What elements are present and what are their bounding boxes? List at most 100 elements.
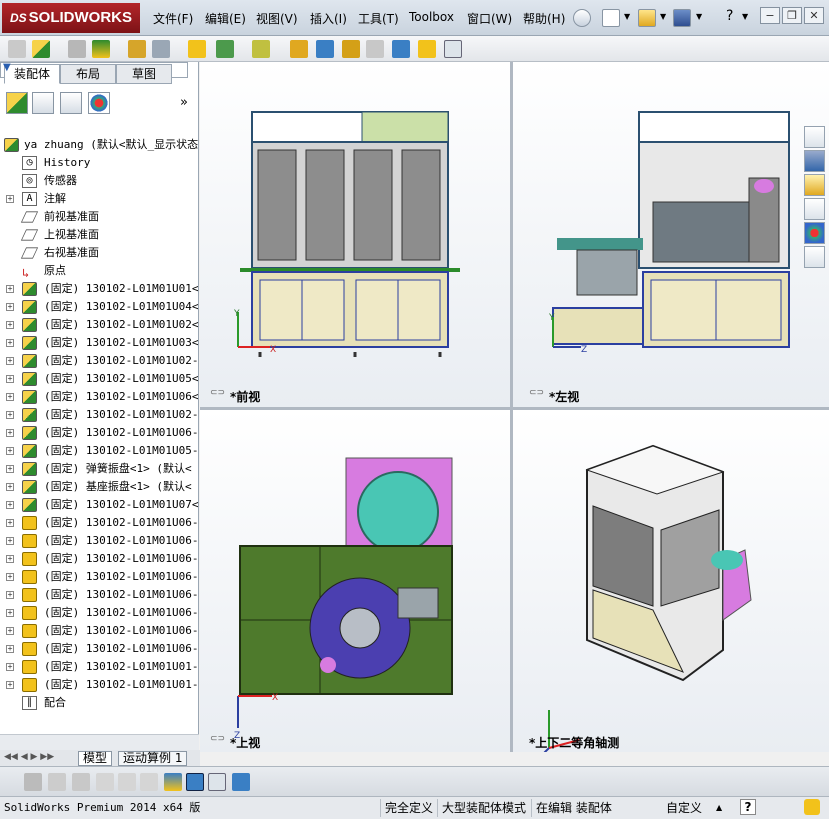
hidden-lines-icon[interactable] bbox=[48, 773, 66, 791]
tree-item[interactable]: + (固定) 130102-L01M01U06<1> bbox=[0, 388, 199, 406]
pattern-icon[interactable] bbox=[92, 40, 110, 58]
expand-icon[interactable]: + bbox=[6, 393, 14, 401]
chevron-down-icon[interactable]: ▼ bbox=[660, 12, 666, 21]
interference-icon[interactable] bbox=[366, 40, 384, 58]
feature-manager-icon[interactable] bbox=[6, 92, 28, 114]
graphics-area[interactable]: 🔍 🔍 ▭ ▭ — ❐ ✕ bbox=[200, 62, 829, 752]
clearance-icon[interactable] bbox=[392, 40, 410, 58]
expand-icon[interactable]: + bbox=[6, 681, 14, 689]
expand-icon[interactable]: + bbox=[6, 465, 14, 473]
expand-icon[interactable]: + bbox=[6, 411, 14, 419]
viewport-isometric[interactable]: *上下二等角轴测 bbox=[513, 410, 829, 752]
tree-item[interactable]: + (固定) 130102-L01M01U06-P0 bbox=[0, 514, 199, 532]
expand-icon[interactable]: + bbox=[6, 519, 14, 527]
tree-item[interactable]: 上视基准面 bbox=[0, 226, 199, 244]
configuration-manager-icon[interactable] bbox=[60, 92, 82, 114]
tree-item[interactable]: + (固定) 130102-L01M01U04<1> bbox=[0, 298, 199, 316]
standard-views-icon[interactable] bbox=[186, 773, 204, 791]
menu-file[interactable]: 文件(F) bbox=[153, 10, 193, 27]
tab-sketch[interactable]: 草图 bbox=[116, 64, 172, 84]
tab-assembly[interactable]: 装配体 bbox=[4, 64, 60, 84]
tab-model[interactable]: 模型 bbox=[78, 751, 113, 766]
tree-item[interactable]: ya zhuang (默认<默认_显示状态-1>) bbox=[0, 136, 199, 154]
viewport-front[interactable]: Y X ⊂⊃ *前视 bbox=[200, 62, 510, 407]
tree-item[interactable]: + (固定) 基座振盘<1> (默认< bbox=[0, 478, 199, 496]
custom-properties-icon[interactable] bbox=[804, 246, 825, 268]
menu-toolbox[interactable]: Toolbox bbox=[409, 10, 454, 24]
file-explorer-icon[interactable] bbox=[804, 174, 825, 196]
tab-scroll-icon[interactable]: ◀◀ ◀ ▶ ▶▶ bbox=[4, 752, 54, 762]
tree-item[interactable]: + (固定) 130102-L01M01U01<1> bbox=[0, 280, 199, 298]
expand-icon[interactable]: + bbox=[6, 303, 14, 311]
link-views-icon[interactable] bbox=[232, 773, 250, 791]
open-folder-icon[interactable] bbox=[638, 9, 656, 27]
tree-item[interactable]: + (固定) 130102-L01M01U07<1> bbox=[0, 496, 199, 514]
new-document-icon[interactable] bbox=[602, 9, 620, 27]
menu-window[interactable]: 窗口(W) bbox=[467, 10, 512, 27]
chevron-right-icon[interactable]: » bbox=[180, 95, 188, 110]
tree-item[interactable]: + (固定) 130102-L01M01U01-P4 bbox=[0, 658, 199, 676]
expand-icon[interactable]: + bbox=[6, 339, 14, 347]
four-view-icon[interactable] bbox=[208, 773, 226, 791]
horizontal-scrollbar[interactable] bbox=[0, 734, 199, 750]
chevron-down-icon[interactable]: ▼ bbox=[742, 12, 748, 21]
save-icon[interactable] bbox=[673, 9, 691, 27]
expand-icon[interactable]: + bbox=[6, 483, 14, 491]
home-icon[interactable] bbox=[804, 126, 825, 148]
expand-icon[interactable]: + bbox=[6, 555, 14, 563]
viewport-top[interactable]: Z X ⊂⊃ *上视 bbox=[200, 410, 510, 752]
assembly-features-icon[interactable] bbox=[188, 40, 206, 58]
tree-item[interactable]: + (固定) 130102-L01M01U02-1 bbox=[0, 352, 199, 370]
tab-layout[interactable]: 布局 bbox=[60, 64, 116, 84]
tree-item[interactable]: + A 注解 bbox=[0, 190, 199, 208]
expand-icon[interactable]: + bbox=[6, 573, 14, 581]
rebuild-icon[interactable] bbox=[804, 799, 820, 815]
mate-icon[interactable] bbox=[68, 40, 86, 58]
menu-edit[interactable]: 编辑(E) bbox=[205, 10, 246, 27]
tree-item[interactable]: 右视基准面 bbox=[0, 244, 199, 262]
expand-icon[interactable]: + bbox=[6, 537, 14, 545]
tree-item[interactable]: + (固定) 130102-L01M01U06-2 bbox=[0, 424, 199, 442]
minimize-button[interactable]: − bbox=[760, 7, 780, 24]
tree-item[interactable]: ◷ History bbox=[0, 154, 199, 172]
expand-icon[interactable]: + bbox=[6, 429, 14, 437]
help-question-icon[interactable]: ? bbox=[726, 8, 733, 24]
tree-item[interactable]: + (固定) 130102-L01M01U03<1> bbox=[0, 334, 199, 352]
tree-item[interactable]: + (固定) 130102-L01M01U06-P0 bbox=[0, 532, 199, 550]
close-button[interactable]: ✕ bbox=[804, 7, 824, 24]
move-component-icon[interactable] bbox=[128, 40, 146, 58]
new-motion-study-icon[interactable] bbox=[252, 40, 270, 58]
viewport-left[interactable]: Y Z ⊂⊃ *左视 bbox=[513, 62, 829, 407]
show-hidden-icon[interactable] bbox=[152, 40, 170, 58]
bill-of-materials-icon[interactable] bbox=[290, 40, 308, 58]
tree-item[interactable]: + (固定) 130102-L01M01U06-P0 bbox=[0, 550, 199, 568]
property-manager-icon[interactable] bbox=[32, 92, 54, 114]
expand-icon[interactable]: + bbox=[6, 609, 14, 617]
tree-item[interactable]: + (固定) 130102-L01M01U02<1> bbox=[0, 316, 199, 334]
expand-icon[interactable]: + bbox=[6, 195, 14, 203]
menu-tools[interactable]: 工具(T) bbox=[358, 10, 399, 27]
triad-icon[interactable] bbox=[164, 773, 182, 791]
expand-icon[interactable]: + bbox=[6, 501, 14, 509]
wireframe-icon[interactable] bbox=[72, 773, 90, 791]
help-button[interactable]: ? bbox=[740, 799, 756, 815]
exploded-view-icon[interactable] bbox=[316, 40, 334, 58]
expand-icon[interactable]: + bbox=[6, 321, 14, 329]
tree-item[interactable]: + (固定) 130102-L01M01U02-1- bbox=[0, 406, 199, 424]
hole-alignment-icon[interactable] bbox=[418, 40, 436, 58]
tree-item[interactable]: + (固定) 130102-L01M01U06-P0 bbox=[0, 568, 199, 586]
chevron-up-icon[interactable]: ▲ bbox=[716, 803, 722, 812]
view-palette-icon[interactable] bbox=[804, 198, 825, 220]
menu-help[interactable]: 帮助(H) bbox=[523, 10, 565, 27]
chevron-down-icon[interactable]: ▼ bbox=[696, 12, 702, 21]
tree-item[interactable]: ◎ 传感器 bbox=[0, 172, 199, 190]
tree-item[interactable]: 前视基准面 bbox=[0, 208, 199, 226]
menu-insert[interactable]: 插入(I) bbox=[310, 10, 347, 27]
expand-icon[interactable]: + bbox=[6, 375, 14, 383]
snapshot-icon[interactable] bbox=[444, 40, 462, 58]
design-library-icon[interactable] bbox=[804, 150, 825, 172]
tab-motion-study[interactable]: 运动算例 1 bbox=[118, 751, 188, 766]
perspective-icon[interactable] bbox=[96, 773, 114, 791]
tree-item[interactable]: + (固定) 130102-L01M01U06-P0 bbox=[0, 622, 199, 640]
appearances-icon[interactable] bbox=[804, 222, 825, 244]
